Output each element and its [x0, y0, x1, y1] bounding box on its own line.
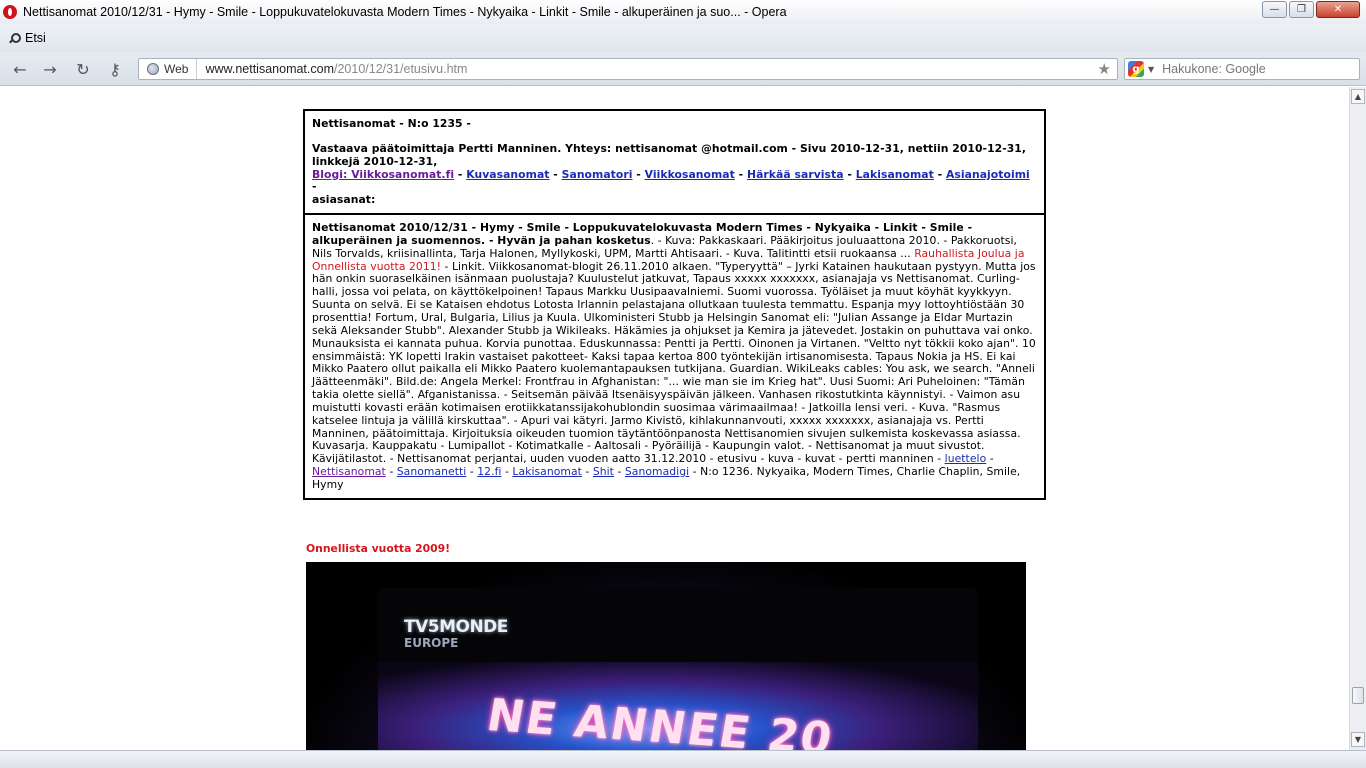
separator: - — [312, 180, 317, 194]
close-button[interactable]: ✕ — [1316, 1, 1360, 18]
title-bar: Nettisanomat 2010/12/31 - Hymy - Smile -… — [0, 0, 1366, 24]
scroll-up-icon[interactable]: ▲ — [1351, 89, 1365, 104]
separator: - — [466, 465, 478, 479]
etsi-label: Etsi — [25, 31, 46, 45]
link-sanomanetti[interactable]: Sanomanetti — [397, 465, 467, 478]
url-host: www.nettisanomat.com — [205, 62, 334, 76]
address-toolbar: ← → ↻ ⚷ Web www.nettisanomat.com/2010/12… — [0, 52, 1366, 86]
link-12fi[interactable]: 12.fi — [477, 465, 501, 478]
wand-key-icon[interactable]: ⚷ — [104, 59, 126, 79]
link-lakisanomat[interactable]: Lakisanomat — [856, 168, 934, 181]
url-text[interactable]: www.nettisanomat.com/2010/12/31/etusivu.… — [205, 62, 467, 76]
separator: - — [632, 167, 645, 181]
window-controls: — ❐ ✕ — [1262, 1, 1360, 18]
url-path: /2010/12/31/etusivu.htm — [334, 62, 468, 76]
vertical-scrollbar[interactable]: ▲ ▼ — [1349, 87, 1366, 750]
separator: - — [501, 465, 513, 479]
link-sanomatori[interactable]: Sanomatori — [562, 168, 633, 181]
separator: - — [734, 167, 748, 181]
article-text-2: - Linkit. Viikkosanomat-blogit 26.11.201… — [312, 259, 1036, 466]
forward-arrow-icon[interactable]: → — [39, 59, 61, 79]
search-engine-placeholder: Hakukone: Google — [1162, 62, 1266, 76]
tab-bar: Etsi — [0, 24, 1366, 52]
link-luettelo[interactable]: luettelo — [945, 452, 987, 465]
separator: - — [385, 465, 397, 479]
link-asianajotoimi[interactable]: Asianajotoimi — [946, 168, 1030, 181]
window-title: Nettisanomat 2010/12/31 - Hymy - Smile -… — [23, 5, 787, 19]
status-bar — [0, 750, 1366, 768]
search-icon — [8, 32, 21, 44]
separator: - — [549, 167, 562, 181]
maximize-button[interactable]: ❐ — [1289, 1, 1314, 18]
greeting-heading: Onnellista vuotta 2009! — [306, 542, 451, 555]
opera-logo-icon[interactable] — [3, 5, 17, 19]
link-harkaa-sarvista[interactable]: Härkää sarvista — [747, 168, 844, 181]
google-icon[interactable]: g — [1128, 61, 1144, 77]
separator: - — [843, 167, 856, 181]
tv5monde-logo: TV5MONDE — [404, 617, 508, 637]
minimize-button[interactable]: — — [1262, 1, 1287, 18]
link-shit[interactable]: Shit — [593, 465, 614, 478]
article-cell: Nettisanomat 2010/12/31 - Hymy - Smile -… — [305, 215, 1044, 498]
separator: - — [933, 167, 947, 181]
globe-icon — [147, 63, 159, 75]
link-blogi[interactable]: Blogi: Viikkosanomat.fi — [312, 168, 454, 181]
scroll-down-icon[interactable]: ▼ — [1351, 732, 1365, 747]
header-links: Blogi: Viikkosanomat.fi - Kuvasanomat - … — [312, 167, 1037, 195]
reload-icon[interactable]: ↻ — [72, 59, 94, 79]
editor-line: Vastaava päätoimittaja Pertti Manninen. … — [312, 141, 1027, 168]
link-viikkosanomat[interactable]: Viikkosanomat — [645, 168, 735, 181]
chevron-down-icon[interactable]: ▼ — [1148, 65, 1154, 74]
back-arrow-icon[interactable]: ← — [9, 59, 31, 79]
keywords-label: asiasanat: — [312, 193, 376, 207]
etsi-tab[interactable]: Etsi — [8, 31, 46, 45]
scroll-thumb[interactable] — [1352, 687, 1364, 704]
issue-number: Nettisanomat - N:o 1235 - — [312, 117, 471, 130]
bookmark-star-icon[interactable]: ★ — [1098, 60, 1111, 78]
link-sanomadigi[interactable]: Sanomadigi — [625, 465, 689, 478]
web-badge[interactable]: Web — [139, 59, 198, 79]
separator: - — [581, 465, 593, 479]
content-table: Nettisanomat - N:o 1235 - Vastaava pääto… — [303, 109, 1046, 500]
link-kuvasanomat[interactable]: Kuvasanomat — [466, 168, 549, 181]
header-cell: Nettisanomat - N:o 1235 - Vastaava pääto… — [305, 111, 1044, 216]
tv-photo: TV5MONDE EUROPE NE ANNEE 20 — [306, 562, 1026, 750]
separator: - — [613, 465, 625, 479]
search-engine-field[interactable]: g ▼ Hakukone: Google — [1124, 58, 1360, 80]
link-nettisanomat[interactable]: Nettisanomat — [312, 465, 386, 478]
tv5monde-logo-sub: EUROPE — [404, 636, 459, 650]
link-lakisanomat-article[interactable]: Lakisanomat — [512, 465, 582, 478]
separator: - — [454, 167, 467, 181]
address-field[interactable]: Web www.nettisanomat.com/2010/12/31/etus… — [138, 58, 1118, 80]
separator: - — [986, 452, 994, 466]
web-label: Web — [164, 62, 189, 76]
page-viewport: Nettisanomat - N:o 1235 - Vastaava pääto… — [0, 87, 1349, 750]
